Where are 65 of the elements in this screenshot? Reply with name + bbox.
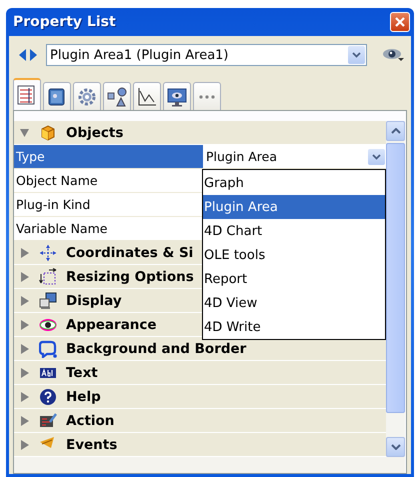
section-title[interactable]: Action bbox=[66, 412, 114, 428]
resize-icon bbox=[39, 268, 57, 286]
scroll-thumb[interactable] bbox=[386, 143, 405, 413]
expand-arrow-icon[interactable] bbox=[20, 344, 29, 354]
chevron-up-icon bbox=[390, 128, 400, 134]
section-title[interactable]: Events bbox=[66, 436, 118, 452]
list-icon bbox=[17, 85, 37, 105]
dropdown-option[interactable]: 4D Write bbox=[203, 315, 385, 339]
gear-icon bbox=[77, 86, 97, 106]
section-title[interactable]: Background and Border bbox=[66, 340, 246, 356]
book-icon bbox=[47, 86, 67, 106]
expand-arrow-icon[interactable] bbox=[20, 296, 29, 306]
section-title[interactable]: Objects bbox=[66, 124, 124, 140]
property-name[interactable]: Variable Name bbox=[14, 217, 203, 240]
monitor-icon bbox=[167, 86, 187, 106]
navigation-arrows-icon[interactable] bbox=[17, 48, 39, 62]
expand-arrow-icon[interactable] bbox=[20, 368, 29, 378]
chevron-down-icon bbox=[352, 52, 361, 58]
form-icon bbox=[39, 412, 57, 430]
tab[interactable] bbox=[43, 82, 71, 110]
crosshair-icon bbox=[39, 244, 57, 262]
section-title[interactable]: Coordinates & Si bbox=[66, 244, 194, 260]
window-title: Property List bbox=[13, 14, 116, 30]
expand-arrow-icon[interactable] bbox=[20, 272, 29, 282]
section-title[interactable]: Resizing Options bbox=[66, 268, 194, 284]
property-name[interactable]: Type bbox=[14, 145, 203, 168]
close-icon bbox=[395, 17, 405, 27]
collapse-arrow-icon[interactable] bbox=[20, 128, 29, 138]
dropdown-option[interactable]: 4D View bbox=[203, 291, 385, 315]
close-button[interactable] bbox=[390, 12, 410, 32]
property-name[interactable]: Object Name bbox=[14, 169, 203, 192]
dropdown-option[interactable]: Report bbox=[203, 267, 385, 291]
line-chart-icon bbox=[137, 86, 157, 106]
tab[interactable] bbox=[13, 78, 41, 110]
expand-arrow-icon[interactable] bbox=[20, 392, 29, 402]
scroll-down-button[interactable] bbox=[386, 437, 405, 457]
dropdown-option[interactable]: 4D Chart bbox=[203, 219, 385, 243]
chevron-down-icon bbox=[372, 154, 381, 160]
dropdown-button[interactable] bbox=[348, 46, 365, 64]
display-icon bbox=[39, 292, 57, 310]
expand-arrow-icon[interactable] bbox=[20, 416, 29, 426]
chevron-down-icon bbox=[390, 444, 400, 450]
expand-arrow-icon[interactable] bbox=[20, 320, 29, 330]
help-icon bbox=[39, 388, 57, 406]
tab[interactable] bbox=[163, 82, 191, 110]
section-title[interactable]: Help bbox=[66, 388, 101, 404]
tab[interactable] bbox=[133, 82, 161, 110]
more-icon bbox=[199, 94, 215, 98]
tab[interactable] bbox=[103, 82, 131, 110]
section-title[interactable]: Display bbox=[66, 292, 122, 308]
cube-icon bbox=[39, 124, 57, 142]
scroll-up-button[interactable] bbox=[386, 121, 405, 141]
dropdown-button[interactable] bbox=[368, 148, 385, 164]
expand-arrow-icon[interactable] bbox=[20, 248, 29, 258]
dropdown-option[interactable]: Graph bbox=[203, 171, 385, 195]
section-title[interactable]: Text bbox=[66, 364, 98, 380]
section-title[interactable]: Appearance bbox=[66, 316, 157, 332]
dropdown-option[interactable]: Plugin Area bbox=[203, 195, 385, 219]
dropdown-option[interactable]: OLE tools bbox=[203, 243, 385, 267]
property-name[interactable]: Plug-in Kind bbox=[14, 193, 203, 216]
expand-arrow-icon[interactable] bbox=[20, 440, 29, 450]
shapes-icon bbox=[107, 86, 127, 106]
object-selector[interactable]: Plugin Area1 (Plugin Area1) bbox=[46, 44, 367, 66]
eye-icon[interactable] bbox=[382, 48, 404, 62]
speech-bubble-icon bbox=[39, 340, 57, 358]
